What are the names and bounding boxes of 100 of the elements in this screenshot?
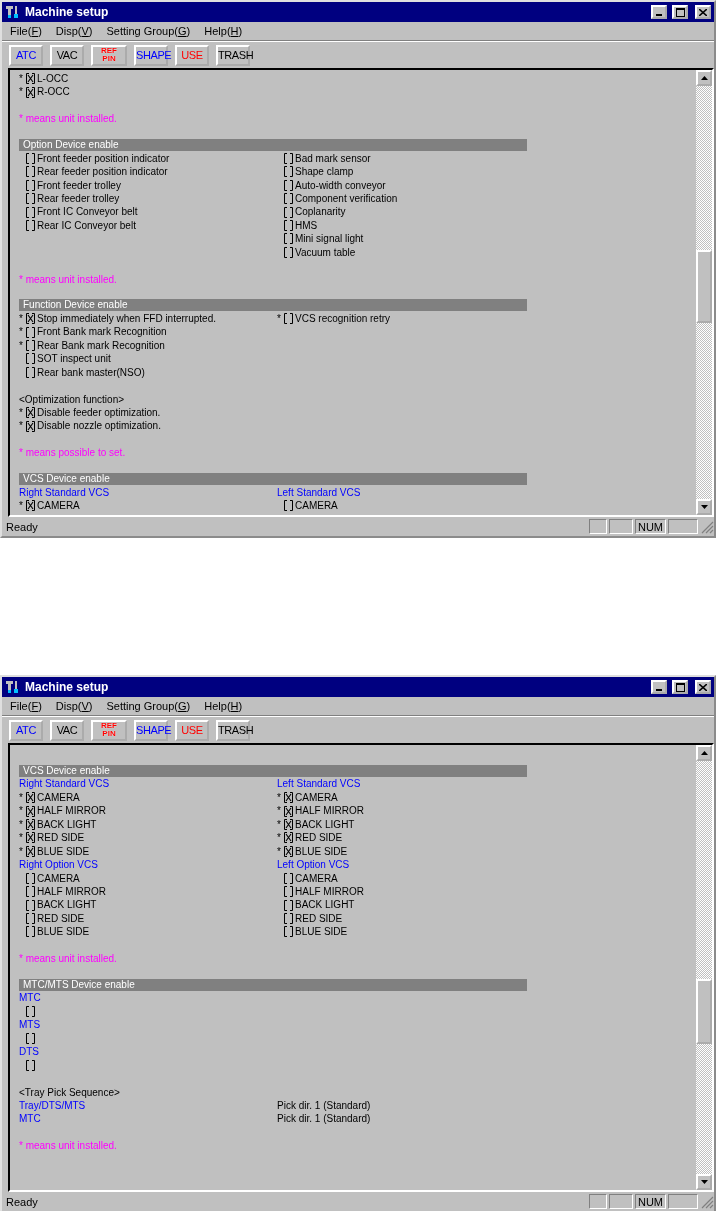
- checkbox[interactable]: [26, 206, 35, 218]
- checkbox[interactable]: [26, 926, 35, 938]
- option-label: CAMERA: [295, 871, 338, 885]
- option-label: Stop immediately when FFD interrupted.: [37, 311, 216, 326]
- scrollbar[interactable]: [696, 745, 712, 1190]
- checkbox[interactable]: [26, 73, 35, 85]
- option-label: HALF MIRROR: [37, 884, 106, 899]
- checkbox[interactable]: [284, 220, 293, 232]
- checkbox[interactable]: [284, 926, 293, 938]
- toolbar-button[interactable]: VAC: [50, 44, 84, 66]
- checkbox[interactable]: [26, 407, 35, 419]
- resize-grip-icon[interactable]: [700, 519, 714, 534]
- asterisk: *: [19, 325, 24, 339]
- option-label: Coplanarity: [295, 205, 346, 219]
- checkbox[interactable]: [26, 152, 35, 164]
- checkbox[interactable]: [26, 326, 35, 338]
- checkbox[interactable]: [284, 179, 293, 191]
- checkbox[interactable]: [26, 166, 35, 178]
- checkbox[interactable]: [26, 1059, 35, 1071]
- section-header: VCS Device enable: [19, 473, 527, 486]
- resize-grip-icon[interactable]: [700, 1194, 714, 1209]
- toolbar-button[interactable]: ATC: [9, 719, 43, 741]
- scroll-up-button[interactable]: [696, 745, 712, 761]
- checkbox[interactable]: [284, 233, 293, 245]
- menu-item[interactable]: Help(H): [204, 25, 243, 37]
- checkbox[interactable]: [26, 845, 35, 857]
- checkbox[interactable]: [26, 353, 35, 365]
- scroll-thumb[interactable]: [696, 979, 712, 1044]
- up-arrow-icon: [700, 76, 708, 80]
- asterisk: *: [277, 790, 282, 805]
- close-button[interactable]: [695, 680, 711, 694]
- option-label: HALF MIRROR: [295, 804, 364, 818]
- checkbox[interactable]: [284, 845, 293, 857]
- checkbox[interactable]: [26, 792, 35, 804]
- menu-item[interactable]: File(F): [10, 25, 42, 37]
- checkbox[interactable]: [26, 832, 35, 844]
- checkbox[interactable]: [26, 899, 35, 911]
- option-label: BACK LIGHT: [295, 898, 355, 912]
- checkbox[interactable]: [26, 220, 35, 232]
- checkbox[interactable]: [284, 246, 293, 258]
- checkbox[interactable]: [26, 913, 35, 925]
- checkbox[interactable]: [26, 1006, 35, 1018]
- group-label: Right Standard VCS: [19, 485, 110, 499]
- toolbar-button[interactable]: ATC: [9, 44, 43, 66]
- checkbox[interactable]: [26, 1032, 35, 1044]
- checkbox[interactable]: [26, 818, 35, 830]
- checkbox[interactable]: [284, 500, 293, 512]
- minimize-button[interactable]: [651, 680, 667, 694]
- checkbox[interactable]: [284, 899, 293, 911]
- menu-item[interactable]: Setting Group(G): [106, 25, 191, 37]
- menu-item[interactable]: Setting Group(G): [106, 700, 191, 712]
- checkbox[interactable]: [284, 313, 293, 325]
- option-label: CAMERA: [295, 499, 338, 513]
- option-label: CAMERA: [37, 499, 80, 513]
- text-line: <Optimization function>: [19, 392, 125, 406]
- checkbox[interactable]: [26, 872, 35, 884]
- checkbox[interactable]: [284, 193, 293, 205]
- checkbox[interactable]: [284, 886, 293, 898]
- option-label: BACK LIGHT: [295, 817, 355, 832]
- maximize-button[interactable]: [672, 680, 688, 694]
- option-label: Component verification: [295, 191, 398, 206]
- checkbox[interactable]: [284, 805, 293, 817]
- close-button[interactable]: [695, 5, 711, 19]
- checkbox[interactable]: [284, 152, 293, 164]
- checkbox[interactable]: [284, 166, 293, 178]
- checkbox[interactable]: [26, 339, 35, 351]
- window-title: Machine setup: [25, 5, 110, 19]
- checkbox[interactable]: [284, 206, 293, 218]
- scrollbar[interactable]: [696, 70, 712, 515]
- checkbox[interactable]: [26, 313, 35, 325]
- menu-item[interactable]: Disp(V): [55, 25, 93, 37]
- checkbox[interactable]: [26, 366, 35, 378]
- maximize-button[interactable]: [672, 5, 688, 19]
- option-label: Shape clamp: [295, 165, 354, 179]
- scroll-down-button[interactable]: [696, 499, 712, 515]
- checkbox[interactable]: [26, 500, 35, 512]
- scroll-up-button[interactable]: [696, 70, 712, 86]
- asterisk: *: [19, 72, 24, 86]
- checkbox[interactable]: [26, 886, 35, 898]
- menu-item[interactable]: Help(H): [204, 700, 243, 712]
- status-panel: [608, 1194, 633, 1209]
- option-label: RED SIDE: [295, 831, 343, 845]
- minimize-button[interactable]: [651, 5, 667, 19]
- status-panel: [588, 519, 607, 534]
- toolbar-button[interactable]: VAC: [50, 719, 84, 741]
- checkbox[interactable]: [284, 872, 293, 884]
- checkbox[interactable]: [284, 818, 293, 830]
- checkbox[interactable]: [26, 86, 35, 98]
- checkbox[interactable]: [26, 805, 35, 817]
- scroll-thumb[interactable]: [696, 250, 712, 323]
- menu-item[interactable]: Disp(V): [55, 700, 93, 712]
- checkbox[interactable]: [26, 193, 35, 205]
- checkbox[interactable]: [26, 420, 35, 432]
- checkbox[interactable]: [284, 913, 293, 925]
- asterisk: *: [19, 499, 24, 513]
- scroll-down-button[interactable]: [696, 1174, 712, 1190]
- checkbox[interactable]: [284, 792, 293, 804]
- menu-item[interactable]: File(F): [10, 700, 42, 712]
- checkbox[interactable]: [26, 179, 35, 191]
- checkbox[interactable]: [284, 832, 293, 844]
